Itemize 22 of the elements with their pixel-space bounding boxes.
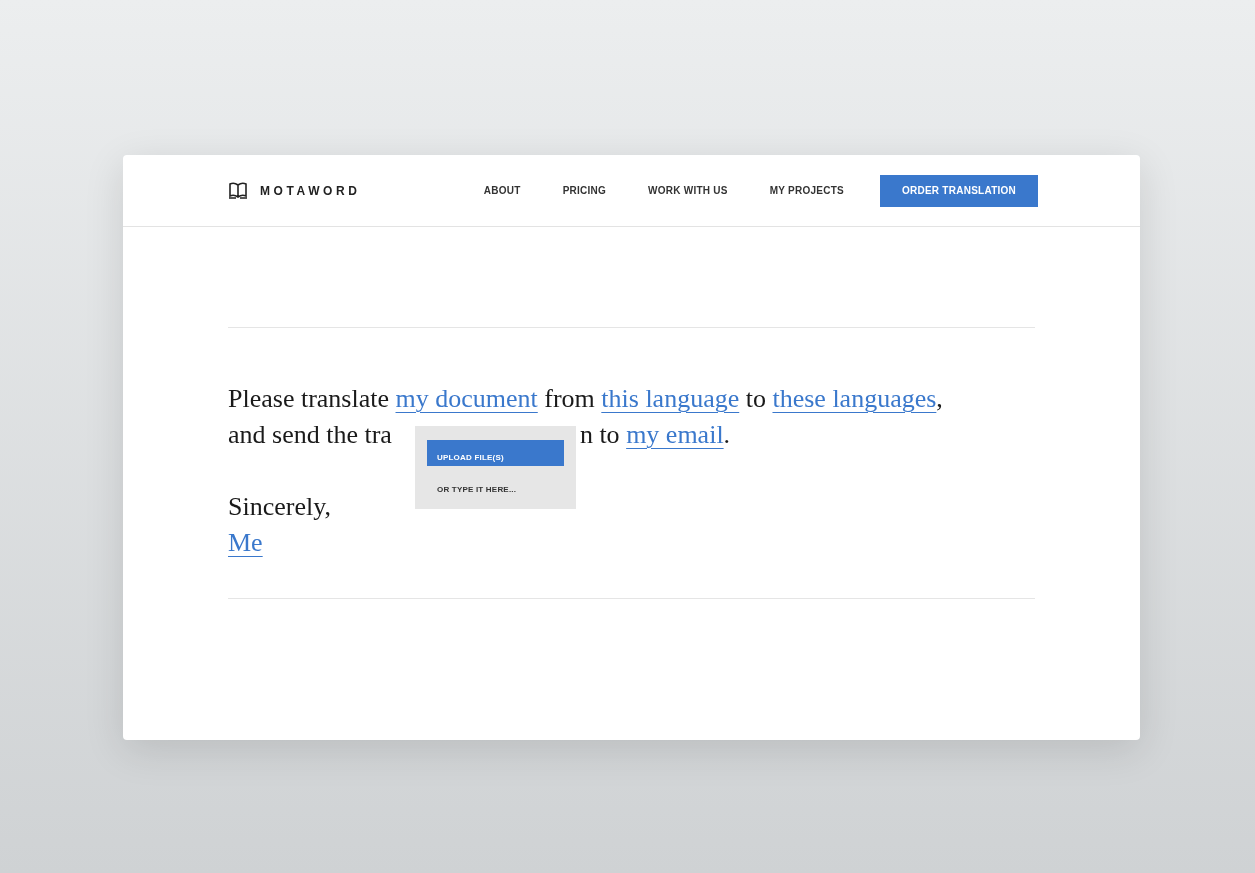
closing-text: Sincerely, [228,492,331,521]
letter-link[interactable]: my document [395,384,538,413]
letter-text: , [936,384,943,413]
letter-text: to [744,384,767,413]
popup-option[interactable]: UPLOAD FILE(S) [427,440,564,466]
nav-link[interactable]: MY PROJECTS [769,183,844,198]
letter-link[interactable]: my email [626,420,724,449]
letter-text: n to [579,420,621,449]
letter-text: and send the tra [228,420,392,449]
signature-link[interactable]: Me [228,528,263,557]
book-icon [228,181,248,200]
brand-logo[interactable]: MOTAWORD [260,181,361,200]
letter-link[interactable]: these languages [772,384,937,413]
popup-option[interactable]: OR TYPE IT HERE... [427,472,564,498]
nav-link[interactable]: ABOUT [483,183,521,198]
nav-link[interactable]: WORK WITH US [648,183,728,198]
nav-link[interactable]: PRICING [562,183,607,198]
letter-link[interactable]: this language [601,384,740,413]
letter-text: Please translate [228,384,390,413]
order-translation-button[interactable]: ORDER TRANSLATION [880,174,1038,207]
letter-text: from [543,384,596,413]
letter-text: . [723,420,731,449]
